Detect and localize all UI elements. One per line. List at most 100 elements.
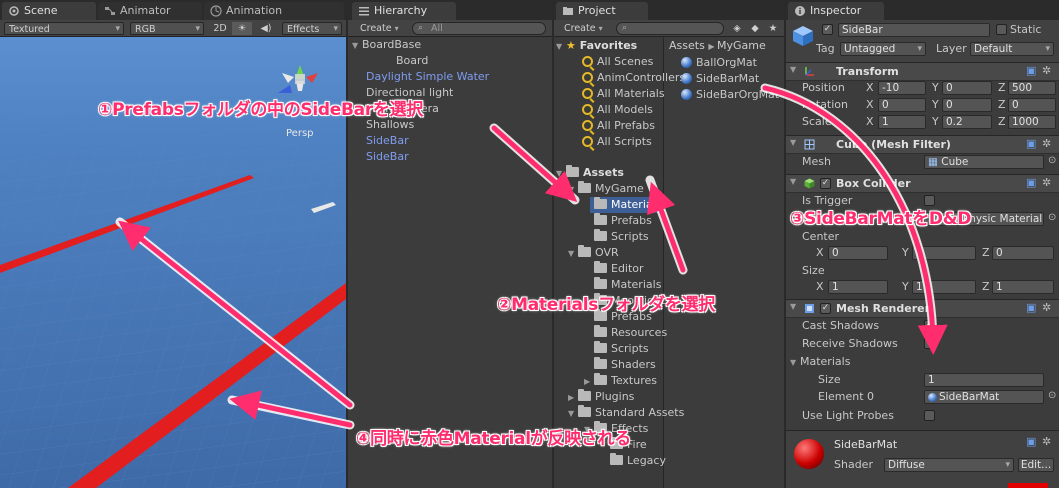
folder-ovr-textures[interactable]: ▶ Textures [584,373,657,389]
hierarchy-item-board[interactable]: Board [396,53,428,69]
box-collider-header[interactable]: ▼ ✓ Box Collider ▣ ✲ [786,174,1059,193]
folder-plugins[interactable]: ▶ Plugins [568,389,634,405]
gear-icon[interactable]: ✲ [1042,176,1051,189]
favorite-all-scenes[interactable]: All Scenes [582,54,653,70]
material-name: SideBarMat [834,438,898,451]
audio-toggle[interactable]: ◀) [256,22,276,35]
asset-ballorgmat[interactable]: BallOrgMat [681,55,757,71]
rotation-z-field[interactable]: 0 [1008,98,1056,112]
position-x-field[interactable]: -10 [878,81,926,95]
effects-dropdown[interactable]: Effects [282,22,342,36]
folder-ovr-resources[interactable]: Resources [594,325,667,341]
folder-ovr[interactable]: ▼ OVR [568,245,619,261]
folder-ovr-scripts[interactable]: Scripts [594,341,649,357]
hierarchy-search-field[interactable]: ⌕ All [412,22,546,35]
tab-animation[interactable]: Animation [204,2,344,20]
tab-inspector[interactable]: Inspector [788,2,884,20]
hierarchy-item-sidebar[interactable]: SideBar [366,149,409,165]
element0-material-field[interactable]: SideBarMat [924,390,1044,404]
rotation-y-field[interactable]: 0 [942,98,992,112]
tab-project[interactable]: Project [556,2,648,20]
tag-dropdown[interactable]: Untagged [840,42,926,56]
center-y-field[interactable]: 0 [912,246,976,260]
size-y-field[interactable]: 1 [912,280,976,294]
scale-x-field[interactable]: 1 [878,115,926,129]
box-collider-enabled-checkbox[interactable]: ✓ [820,178,831,189]
filter-label-button[interactable]: ◆ [748,22,762,35]
book-icon[interactable]: ▣ [1026,137,1036,150]
folder-legacy[interactable]: Legacy [610,453,666,469]
favorites-header[interactable]: ▼ ★ Favorites [556,38,637,54]
rotation-x-field[interactable]: 0 [878,98,926,112]
hierarchy-create-button[interactable]: Create ▾ [360,22,406,35]
position-y-field[interactable]: 0 [942,81,992,95]
2d-toggle[interactable]: 2D [210,22,230,35]
hierarchy-item-daylight-water[interactable]: Daylight Simple Water [366,69,489,85]
favorite-all-prefabs[interactable]: All Prefabs [582,118,655,134]
asset-sidebarorgmat[interactable]: SideBarOrgMat [681,87,779,103]
favorite-all-scripts[interactable]: All Scripts [582,134,652,150]
hierarchy-item-boardbase[interactable]: ▼ BoardBase [352,37,421,53]
folder-mygame-materials[interactable]: Materials [590,197,664,213]
annotation-step3: ③SideBarMatをD&D [790,209,972,229]
main-color-swatch[interactable] [1008,483,1048,488]
project-create-button[interactable]: Create ▾ [564,22,610,35]
favorite-all-models[interactable]: All Models [582,102,653,118]
active-checkbox[interactable]: ✓ [822,24,833,35]
receive-shadows-checkbox[interactable]: ✓ [924,338,935,349]
folder-ovr-shaders[interactable]: Shaders [594,357,656,373]
tab-hierarchy[interactable]: Hierarchy [352,2,456,20]
lighting-toggle[interactable]: ☀ [232,22,252,35]
folder-mygame-scripts[interactable]: Scripts [594,229,649,245]
folder-mygame-prefabs[interactable]: Prefabs [594,213,652,229]
favorite-all-materials[interactable]: All Materials [582,86,665,102]
breadcrumb-mygame[interactable]: MyGame [717,39,766,52]
gear-icon[interactable]: ✲ [1042,137,1051,150]
object-name-field[interactable]: SideBar [838,23,990,37]
object-picker-icon[interactable]: ⊙ [1048,155,1056,166]
filter-type-button[interactable]: ◈ [730,22,744,35]
static-checkbox[interactable] [996,24,1007,35]
transform-header[interactable]: ▼ Transform ▣ ✲ [786,62,1059,81]
assets-root[interactable]: ▼ Assets [556,165,624,181]
hierarchy-item-sidebar[interactable]: SideBar [366,133,409,149]
shader-dropdown[interactable]: Diffuse [884,458,1014,472]
list-icon [359,7,369,16]
tab-scene[interactable]: Scene [2,2,96,20]
favorite-button[interactable]: ★ [766,22,780,35]
scale-y-field[interactable]: 0.2 [942,115,992,129]
mesh-renderer-enabled-checkbox[interactable]: ✓ [820,303,831,314]
object-picker-icon[interactable]: ⊙ [1048,390,1056,401]
center-x-field[interactable]: 0 [828,246,888,260]
size-x-field[interactable]: 1 [828,280,888,294]
mesh-object-field[interactable]: ▦ Cube [924,155,1044,169]
light-probes-checkbox[interactable] [924,410,935,421]
mesh-renderer-header[interactable]: ▼ ✓ Mesh Renderer ▣ ✲ [786,299,1059,318]
book-icon[interactable]: ▣ [1026,176,1036,189]
breadcrumb-assets[interactable]: Assets [669,39,705,52]
mesh-filter-header[interactable]: ▼ Cube (Mesh Filter) ▣ ✲ [786,135,1059,154]
tab-animator[interactable]: Animator [98,2,202,20]
size-z-field[interactable]: 1 [992,280,1054,294]
layer-dropdown[interactable]: Default [970,42,1054,56]
book-icon[interactable]: ▣ [1026,435,1036,448]
position-z-field[interactable]: 500 [1008,81,1056,95]
project-search-field[interactable]: ⌕ [616,22,724,35]
gear-icon[interactable]: ✲ [1042,301,1051,314]
materials-size-field[interactable]: 1 [924,373,1044,387]
book-icon[interactable]: ▣ [1026,64,1036,77]
book-icon[interactable]: ▣ [1026,301,1036,314]
edit-shader-button[interactable]: Edit... [1018,458,1054,472]
gear-icon[interactable]: ✲ [1042,64,1051,77]
cast-shadows-checkbox[interactable]: ✓ [924,320,935,331]
object-picker-icon[interactable]: ⊙ [1048,212,1056,223]
render-mode-dropdown[interactable]: RGB [130,22,204,36]
scale-z-field[interactable]: 1000 [1008,115,1056,129]
folder-ovr-editor[interactable]: Editor [594,261,644,277]
folder-mygame[interactable]: ▼ MyGame [568,181,644,197]
center-z-field[interactable]: 0 [992,246,1054,260]
asset-sidebarmat[interactable]: SideBarMat [681,71,759,87]
gear-icon[interactable]: ✲ [1042,435,1051,448]
materials-foldout[interactable]: ▼ Materials [790,354,850,370]
shading-mode-dropdown[interactable]: Textured [4,22,124,36]
